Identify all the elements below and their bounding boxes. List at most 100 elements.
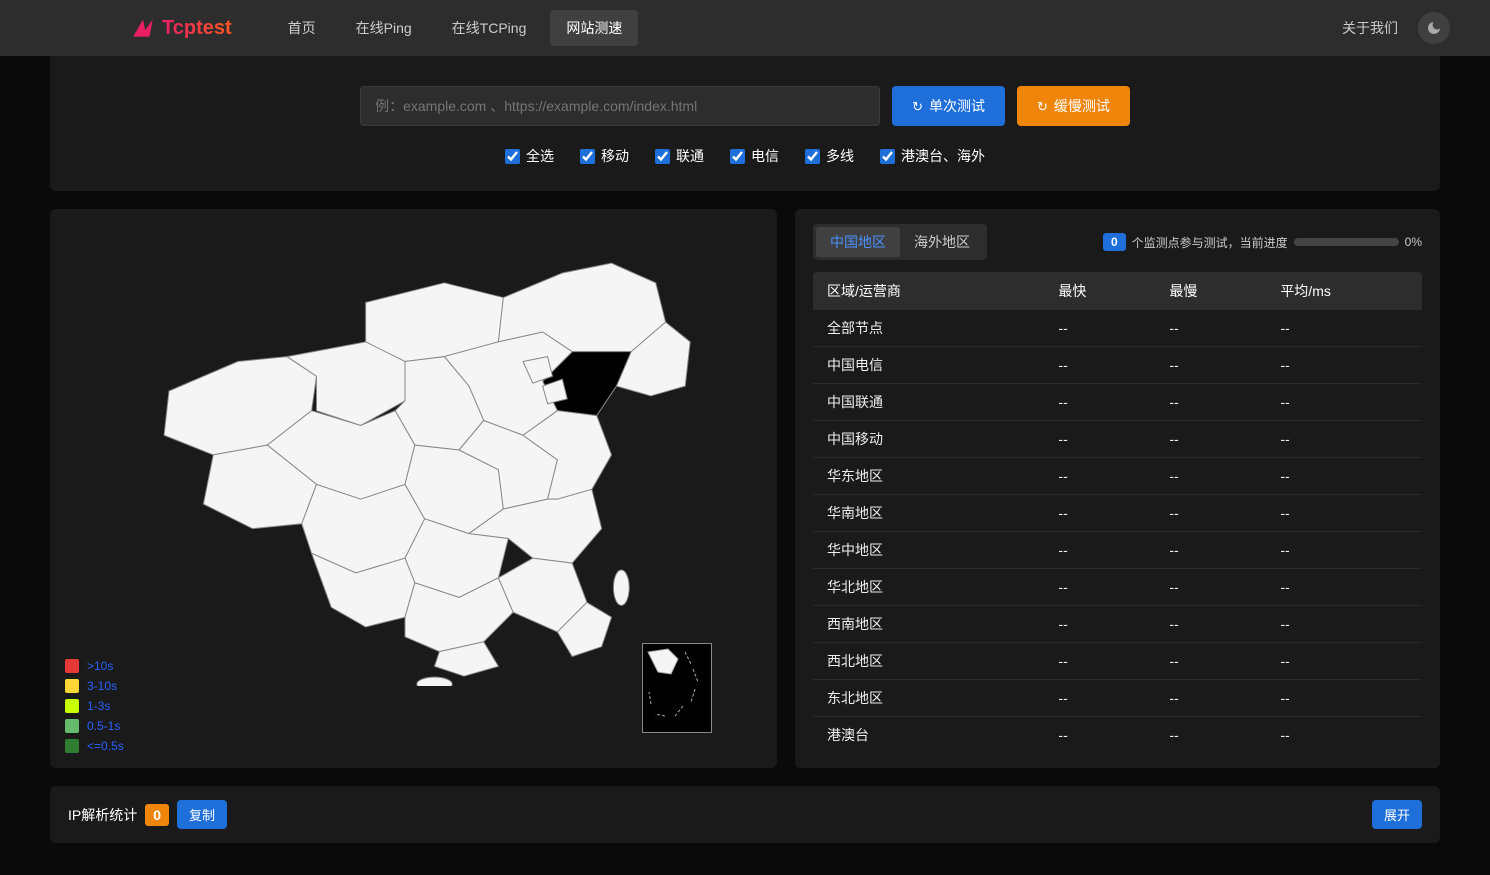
slow-test-button[interactable]: 缓慢测试 — [1017, 86, 1130, 126]
table-cell: -- — [1266, 384, 1422, 421]
logo[interactable]: Tcptest — [130, 15, 232, 41]
table-cell: -- — [1266, 421, 1422, 458]
logo-text: Tcptest — [162, 17, 232, 40]
legend-item: 0.5-1s — [65, 719, 124, 733]
legend-color — [65, 659, 79, 673]
table-cell: -- — [1266, 717, 1422, 754]
table-row: 东北地区------ — [813, 680, 1422, 717]
tab-overseas[interactable]: 海外地区 — [900, 227, 984, 257]
legend-color — [65, 739, 79, 753]
checkbox-input[interactable] — [730, 149, 745, 164]
legend-item: 3-10s — [65, 679, 124, 693]
checkbox-input[interactable] — [880, 149, 895, 164]
navbar: Tcptest 首页在线Ping在线TCPing网站测速 关于我们 — [0, 0, 1490, 56]
filter-checkbox[interactable]: 电信 — [730, 146, 779, 166]
results-table: 区域/运营商最快最慢平均/ms 全部节点------中国电信------中国联通… — [813, 272, 1422, 753]
table-header: 平均/ms — [1266, 272, 1422, 310]
table-row: 西南地区------ — [813, 606, 1422, 643]
filter-checkbox[interactable]: 移动 — [580, 146, 629, 166]
table-cell: -- — [1044, 384, 1155, 421]
copy-button[interactable]: 复制 — [177, 800, 227, 829]
table-cell: 华中地区 — [813, 532, 1044, 569]
south-sea-inset — [642, 643, 712, 733]
table-row: 西北地区------ — [813, 643, 1422, 680]
single-test-button[interactable]: 单次测试 — [892, 86, 1005, 126]
map-legend: >10s3-10s1-3s0.5-1s<=0.5s — [65, 653, 124, 753]
progress-info: 0 个监测点参与测试，当前进度 0% — [1103, 233, 1422, 251]
table-cell: 中国联通 — [813, 384, 1044, 421]
nav-about[interactable]: 关于我们 — [1342, 18, 1398, 38]
filter-checkbox[interactable]: 多线 — [805, 146, 854, 166]
monitor-count-badge: 0 — [1103, 233, 1126, 251]
table-cell: -- — [1044, 606, 1155, 643]
table-row: 华北地区------ — [813, 569, 1422, 606]
filter-checkbox[interactable]: 港澳台、海外 — [880, 146, 985, 166]
table-row: 中国移动------ — [813, 421, 1422, 458]
table-cell: -- — [1266, 680, 1422, 717]
table-cell: 华东地区 — [813, 458, 1044, 495]
table-row: 华南地区------ — [813, 495, 1422, 532]
checkbox-input[interactable] — [505, 149, 520, 164]
table-cell: -- — [1044, 532, 1155, 569]
table-cell: -- — [1155, 680, 1266, 717]
table-cell: 中国电信 — [813, 347, 1044, 384]
table-cell: -- — [1044, 310, 1155, 347]
table-cell: -- — [1155, 495, 1266, 532]
table-cell: -- — [1155, 384, 1266, 421]
table-cell: 华南地区 — [813, 495, 1044, 532]
legend-color — [65, 699, 79, 713]
table-cell: -- — [1155, 310, 1266, 347]
table-cell: -- — [1155, 532, 1266, 569]
checkbox-input[interactable] — [580, 149, 595, 164]
table-cell: -- — [1155, 606, 1266, 643]
nav-item[interactable]: 网站测速 — [550, 10, 638, 46]
table-cell: -- — [1266, 310, 1422, 347]
table-cell: -- — [1266, 643, 1422, 680]
legend-item: >10s — [65, 659, 124, 673]
theme-toggle-button[interactable] — [1418, 12, 1450, 44]
table-cell: -- — [1266, 606, 1422, 643]
checkbox-input[interactable] — [655, 149, 670, 164]
table-cell: -- — [1155, 643, 1266, 680]
china-map[interactable] — [110, 214, 700, 686]
filter-checkboxes: 全选 移动 联通 电信 多线 港澳台、海外 — [70, 146, 1420, 166]
nav-item[interactable]: 在线TCPing — [436, 10, 543, 46]
reload-icon — [1037, 98, 1048, 115]
input-panel: 单次测试 缓慢测试 全选 移动 联通 电信 多线 港澳台、海外 — [50, 56, 1440, 191]
table-cell: -- — [1044, 458, 1155, 495]
legend-color — [65, 719, 79, 733]
legend-item: <=0.5s — [65, 739, 124, 753]
checkbox-input[interactable] — [805, 149, 820, 164]
table-header: 最快 — [1044, 272, 1155, 310]
table-cell: -- — [1155, 717, 1266, 754]
ip-stats-title: IP解析统计 — [68, 805, 137, 825]
table-cell: 西北地区 — [813, 643, 1044, 680]
tab-china[interactable]: 中国地区 — [816, 227, 900, 257]
table-row: 港澳台------ — [813, 717, 1422, 754]
table-cell: -- — [1155, 421, 1266, 458]
table-cell: -- — [1044, 495, 1155, 532]
table-cell: -- — [1044, 643, 1155, 680]
table-cell: 华北地区 — [813, 569, 1044, 606]
nav-item[interactable]: 首页 — [272, 10, 332, 46]
filter-checkbox[interactable]: 联通 — [655, 146, 704, 166]
expand-button[interactable]: 展开 — [1372, 800, 1422, 829]
table-cell: 东北地区 — [813, 680, 1044, 717]
table-row: 中国电信------ — [813, 347, 1422, 384]
table-cell: -- — [1044, 680, 1155, 717]
progress-text: 个监测点参与测试，当前进度 — [1132, 234, 1288, 251]
url-input[interactable] — [360, 86, 880, 126]
table-header: 区域/运营商 — [813, 272, 1044, 310]
legend-color — [65, 679, 79, 693]
table-cell: -- — [1266, 458, 1422, 495]
progress-percent: 0% — [1405, 235, 1422, 249]
table-row: 中国联通------ — [813, 384, 1422, 421]
table-row: 全部节点------ — [813, 310, 1422, 347]
nav-item[interactable]: 在线Ping — [340, 10, 428, 46]
filter-checkbox[interactable]: 全选 — [505, 146, 554, 166]
results-panel: 中国地区 海外地区 0 个监测点参与测试，当前进度 0% 区域/运营商最快最慢平… — [795, 209, 1440, 768]
reload-icon — [912, 98, 923, 115]
table-row: 华中地区------ — [813, 532, 1422, 569]
table-cell: 西南地区 — [813, 606, 1044, 643]
table-cell: -- — [1266, 532, 1422, 569]
